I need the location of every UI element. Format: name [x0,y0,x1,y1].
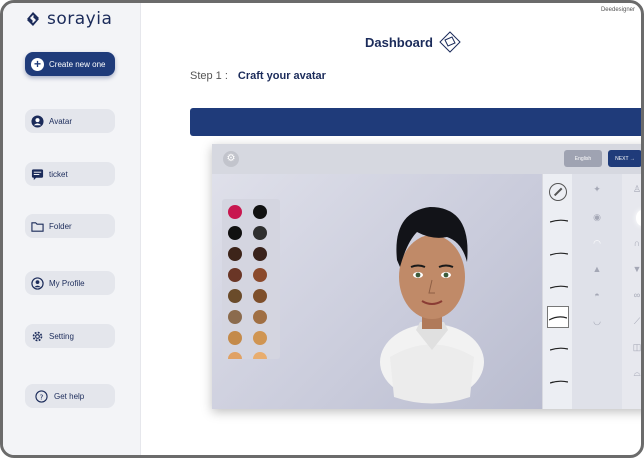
language-button[interactable]: English [564,150,602,167]
jacket-icon[interactable]: ◫ [627,342,641,353]
body-icon[interactable]: ♙ [627,184,641,195]
selected-brow-icon [549,316,567,321]
step-prefix: Step 1 : [190,70,228,82]
color-swatch[interactable] [253,205,267,219]
eyebrow-option-5[interactable] [550,380,568,384]
hair-icon[interactable]: ∩ [627,238,641,248]
sidebar-item-label: Folder [49,221,72,231]
user-circle-icon [31,114,44,128]
corner-label: Deedesigner [600,7,635,13]
shirt-icon[interactable]: ▼ [627,264,641,274]
eyebrow-category-icon[interactable]: ◠ [587,238,607,249]
sidebar-item-label: Get help [54,391,85,401]
color-swatch[interactable] [253,289,267,303]
color-palette [222,199,280,359]
color-swatch[interactable] [253,352,267,359]
language-label: English [574,155,592,162]
color-swatch[interactable] [228,226,242,240]
avatar-figure [380,207,484,404]
sidebar: sorayia + Create new one Avatar ticket F… [3,3,141,455]
face-part-options: ✦ ◉ ◠ ▲ ◓ ◡ [572,174,622,409]
eyebrow-option-selected[interactable] [547,306,569,328]
logo-icon [27,12,39,26]
sidebar-item-ticket[interactable]: ticket [25,162,115,186]
color-swatch[interactable] [253,331,267,345]
brand-logo[interactable]: sorayia [25,9,112,29]
beard-icon[interactable]: ◡ [587,316,607,327]
color-swatch[interactable] [253,226,267,240]
avatar-editor: ⚙ English NEXT → ✦ ◉ ◠ ▲ ◓ ◡ ♙ ∩ ▼ ∞ ⟋ ◫… [212,144,641,409]
glasses-icon[interactable]: ∞ [627,290,641,300]
svg-text:?: ? [40,392,44,401]
eyebrow-option-4[interactable] [550,347,568,351]
sidebar-item-my-profile[interactable]: My Profile [25,271,115,295]
editor-toolbar: ⚙ English NEXT → [212,144,641,174]
eyebrow-option-3[interactable] [550,285,568,289]
eyebrow-option-1[interactable] [550,219,568,223]
sidebar-item-folder[interactable]: Folder [25,214,115,238]
cube-icon [439,31,461,53]
step-title: Craft your avatar [237,70,326,82]
color-swatch[interactable] [228,205,242,219]
color-swatch[interactable] [253,247,267,261]
color-swatch[interactable] [228,310,242,324]
create-new-label: Create new one [49,59,106,69]
sidebar-item-avatar[interactable]: Avatar [25,109,115,133]
gear-icon [32,331,43,341]
plus-icon: + [31,57,44,71]
color-swatch[interactable] [228,289,242,303]
body-part-options: ♙ ∩ ▼ ∞ ⟋ ◫ ⌓ [622,174,641,409]
help-icon: ? [35,389,48,403]
head-shape-icon[interactable] [636,210,641,226]
chat-icon [31,168,44,180]
next-label: NEXT → [615,155,635,162]
profile-icon [31,276,44,290]
app-window: sorayia + Create new one Avatar ticket F… [0,0,644,458]
header-banner [190,108,641,136]
sidebar-item-label: Avatar [49,116,72,126]
step-heading: Step 1 : Craft your avatar [190,70,326,82]
editor-settings-button[interactable]: ⚙ [223,151,239,167]
create-new-button[interactable]: + Create new one [25,52,115,76]
color-swatch[interactable] [228,352,242,359]
color-swatch[interactable] [228,247,242,261]
eyebrow-option-2[interactable] [550,252,568,256]
sidebar-item-setting[interactable]: Setting [25,324,115,348]
color-swatch[interactable] [253,310,267,324]
color-swatch[interactable] [253,268,267,282]
sidebar-item-get-help[interactable]: ? Get help [25,384,115,408]
color-swatch[interactable] [228,268,242,282]
eye-icon[interactable]: ◉ [587,212,607,223]
avatar-preview [212,174,542,409]
brand-name: sorayia [47,9,113,29]
accessory-icon[interactable]: ⟋ [627,316,641,327]
page-title: Dashboard [365,31,461,53]
page-title-text: Dashboard [365,34,433,50]
eyebrow-options [542,174,573,409]
mouth-icon[interactable]: ◓ [587,290,607,300]
color-swatch[interactable] [228,331,242,345]
sidebar-item-label: ticket [49,169,68,179]
next-button[interactable]: NEXT → [608,150,641,167]
face-shape-icon[interactable]: ✦ [587,184,607,195]
sidebar-item-label: Setting [49,331,74,341]
hat-icon[interactable]: ⌓ [627,368,641,379]
folder-icon [31,221,44,232]
sidebar-item-label: My Profile [49,278,85,288]
nose-icon[interactable]: ▲ [587,264,607,274]
